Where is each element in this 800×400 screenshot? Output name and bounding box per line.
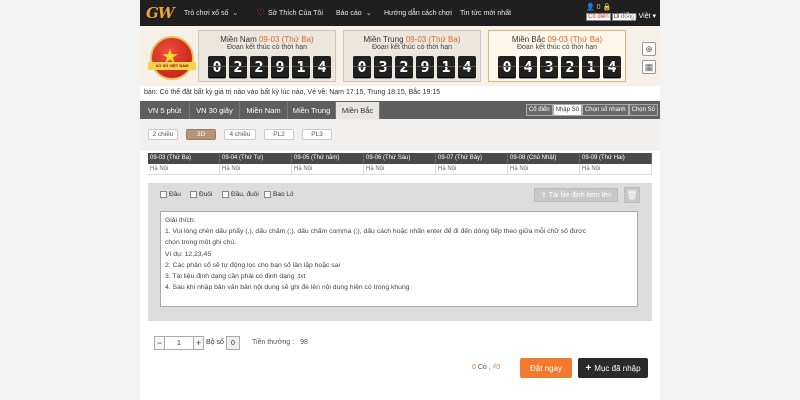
prize-info: Tiền thưởng :98 xyxy=(252,339,308,346)
date-cell[interactable]: 09-04 (Thứ Tư) xyxy=(220,153,292,164)
checkbox-bao-lo[interactable]: Bao Lô xyxy=(264,191,294,198)
balance: 👤 0 🔒 xyxy=(586,4,612,11)
page-background-right xyxy=(660,0,800,400)
decrement-button[interactable]: − xyxy=(154,336,165,350)
countdown-digits: 0 3 2 9 1 4 xyxy=(353,56,476,78)
place-cell: Hà Nội xyxy=(220,164,292,174)
tab-2-chieu[interactable]: 2 chiều xyxy=(148,129,178,140)
game-tabs: VN 5 phút VN 30 giây Miền Nam Miền Trung… xyxy=(140,101,660,119)
plus-icon: + xyxy=(585,362,592,374)
tab-4-chieu[interactable]: 4 chiều xyxy=(224,129,256,140)
numbers-textarea[interactable]: Giải thích: 1. Vui lòng chèn dấu phẩy (,… xyxy=(160,211,638,307)
date-cell[interactable]: 09-07 (Thứ Bảy) xyxy=(436,153,508,164)
tab-pl2[interactable]: PL2 xyxy=(264,129,294,140)
place-bet-button[interactable]: Đặt ngay xyxy=(520,358,572,378)
account-area: 👤 0 🔒 Cổ điển Di động tiếng Việt ▾ xyxy=(564,2,656,24)
multiplier-stepper: − 1 + xyxy=(154,336,204,350)
chevron-down-icon: ⌄ xyxy=(232,10,239,17)
mode-quick-pick[interactable]: Chọn số nhanh xyxy=(581,104,629,116)
draw-header: ★ XỔ SỐ VIỆT NAM Miền Nam 09-03 (Thứ Ba)… xyxy=(140,26,660,86)
mode-enter-numbers[interactable]: Nhập Số xyxy=(552,104,582,116)
place-cell: Hà Nội xyxy=(292,164,364,174)
date-cell[interactable]: 09-05 (Thứ năm) xyxy=(292,153,364,164)
tab-mien-bac[interactable]: Miền Bắc xyxy=(336,102,380,119)
bet-controls: − 1 + Bộ số 0 Tiền thưởng :98 xyxy=(148,330,652,350)
upload-icon: ⇪ xyxy=(540,192,547,199)
vietnam-flag-emblem: ★ XỔ SỐ VIỆT NAM xyxy=(146,30,198,82)
nav-item-how-to-play[interactable]: Hướng dẫn cách chơi xyxy=(384,0,452,26)
increment-button[interactable]: + xyxy=(193,336,204,350)
date-cell[interactable]: 09-08 (Chủ Nhật) xyxy=(508,153,580,164)
entered-items-button[interactable]: + Mục đã nhập xyxy=(578,358,648,378)
header-side-icons: ⊕ ▦ xyxy=(642,42,656,74)
mode-pick-numbers[interactable]: Chọn Số xyxy=(628,104,658,116)
date-cell[interactable]: 09-06 (Thứ Sáu) xyxy=(364,153,436,164)
bet-summary: 0 Cò , ₫0 xyxy=(472,364,501,371)
place-cell: Hà Nội xyxy=(148,164,220,174)
region-card-central[interactable]: Miền Trung 09-03 (Thứ Ba) Đoạn kết thúc … xyxy=(343,30,481,82)
place-cell: Hà Nội xyxy=(508,164,580,174)
bo-so-count: 0 xyxy=(226,336,240,350)
logo[interactable]: GW xyxy=(146,4,175,22)
upload-file-button[interactable]: ⇪ Tải file định kèm lên xyxy=(534,188,618,202)
bet-type-tabs: 2 chiều 3D 4 chiều PL2 PL3 xyxy=(140,119,660,151)
tab-mien-nam[interactable]: Miền Nam xyxy=(240,102,288,119)
schedule-notice: bán: Có thể đặt bất kỳ giá trị nào vào b… xyxy=(144,89,441,96)
page-background-left xyxy=(0,0,140,400)
main-container: GW Trò chơi xổ số ⌄ ♡ Sở Thích Của Tôi Báo… xyxy=(140,0,660,400)
table-header-row: 09-03 (Thứ Ba) 09-04 (Thứ Tư) 09-05 (Thứ… xyxy=(148,153,652,164)
chevron-down-icon: ⌄ xyxy=(365,10,372,17)
checkbox-dau-duoi[interactable]: Đầu, đuôi xyxy=(222,191,259,198)
checkbox-duoi[interactable]: Đuôi xyxy=(190,191,212,198)
tab-pl3[interactable]: PL3 xyxy=(302,129,332,140)
countdown-digits: 0 4 3 2 1 4 xyxy=(498,56,621,78)
input-mode-buttons: Cổ điển Nhập Số Chọn số nhanh Chọn Số xyxy=(525,104,658,116)
tab-vn-30-sec[interactable]: VN 30 giây xyxy=(190,102,240,119)
draw-dates-table: 09-03 (Thứ Ba) 09-04 (Thứ Tư) 09-05 (Thứ… xyxy=(148,153,652,175)
nav-item-latest-news[interactable]: Tin tức mới nhất xyxy=(460,0,511,26)
date-cell[interactable]: 09-09 (Thứ Hai) xyxy=(580,153,652,164)
calendar-icon[interactable]: ▦ xyxy=(642,60,656,74)
place-cell: Hà Nội xyxy=(436,164,508,174)
trash-icon[interactable]: 🗑 xyxy=(624,187,640,203)
top-nav: GW Trò chơi xổ số ⌄ ♡ Sở Thích Của Tôi Báo… xyxy=(140,0,660,26)
tab-mien-trung[interactable]: Miền Trung xyxy=(288,102,336,119)
language-select[interactable]: tiếng Việt ▾ xyxy=(621,12,656,20)
table-row: Hà Nội Hà Nội Hà Nội Hà Nội Hà Nội Hà Nộ… xyxy=(148,164,652,175)
mode-classic-button[interactable]: Cổ điển xyxy=(586,13,611,21)
checkbox-dau[interactable]: Đầu xyxy=(160,191,181,198)
caret-down-icon: ▾ xyxy=(652,13,656,20)
tab-vn-5-min[interactable]: VN 5 phút xyxy=(140,102,190,119)
nav-item-lottery-games[interactable]: Trò chơi xổ số ⌄ xyxy=(184,0,238,26)
number-input-panel: Đầu Đuôi Đầu, đuôi Bao Lô ⇪ Tải file định… xyxy=(148,183,652,321)
mode-classic[interactable]: Cổ điển xyxy=(525,104,553,116)
bo-so-label: Bộ số xyxy=(206,339,224,346)
countdown-digits: 0 2 2 9 1 4 xyxy=(208,56,331,78)
region-card-north[interactable]: Miền Bắc 09-03 (Thứ Ba) Đoạn kết thúc có… xyxy=(488,30,626,82)
nav-item-reports[interactable]: Báo cáo ⌄ xyxy=(336,0,372,26)
globe-icon[interactable]: ⊕ xyxy=(642,42,656,56)
place-cell: Hà Nội xyxy=(364,164,436,174)
tab-3d[interactable]: 3D xyxy=(186,129,216,140)
nav-item-favorites[interactable]: ♡ Sở Thích Của Tôi xyxy=(256,0,323,26)
heart-icon: ♡ xyxy=(256,7,265,19)
place-cell: Hà Nội xyxy=(580,164,652,174)
region-card-south[interactable]: Miền Nam 09-03 (Thứ Ba) Đoạn kết thúc có… xyxy=(198,30,336,82)
date-cell[interactable]: 09-03 (Thứ Ba) xyxy=(148,153,220,164)
multiplier-input[interactable]: 1 xyxy=(165,336,193,350)
